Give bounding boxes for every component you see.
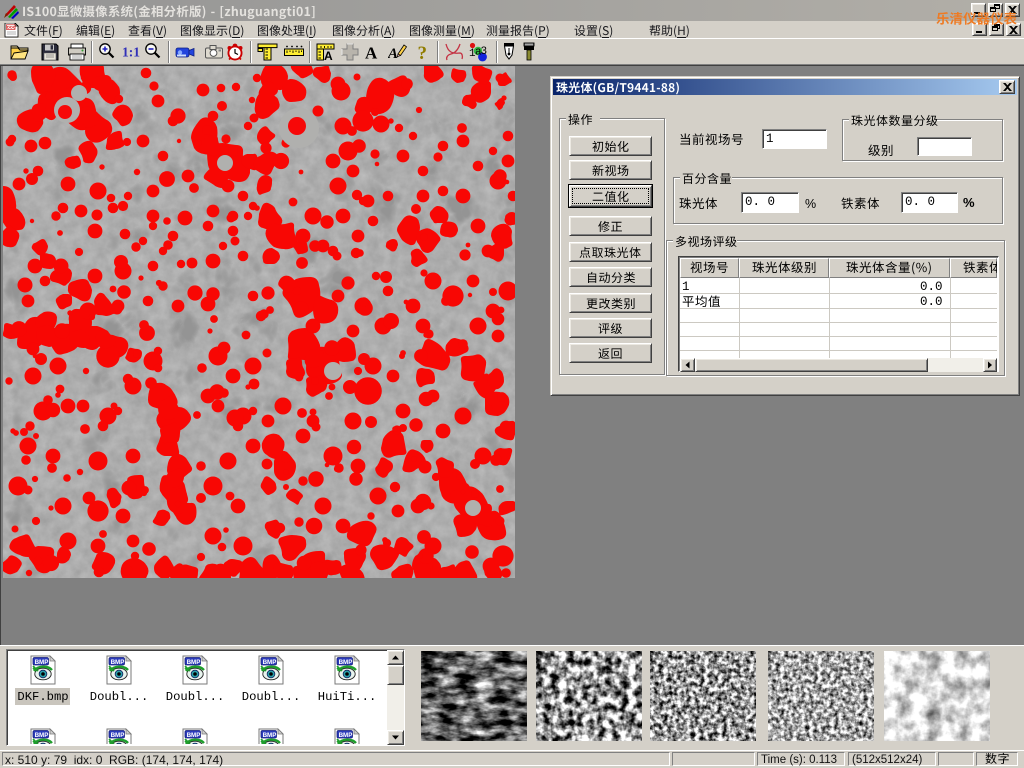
svg-text:BMP: BMP (35, 659, 49, 666)
svg-text:?: ? (418, 43, 428, 62)
svg-text:A: A (324, 49, 333, 62)
svg-text:BMP: BMP (111, 732, 125, 739)
svg-text:BMP: BMP (339, 659, 353, 666)
svg-text:BMP: BMP (187, 659, 201, 666)
svg-text:BMP: BMP (35, 732, 49, 739)
svg-text:BMP: BMP (187, 732, 201, 739)
svg-text:BMP: BMP (339, 732, 353, 739)
svg-text:BMP: BMP (263, 732, 277, 739)
svg-text:1:1: 1:1 (122, 45, 140, 60)
svg-text:A: A (365, 44, 378, 63)
svg-text:DOC: DOC (7, 25, 16, 30)
svg-text:3: 3 (481, 46, 488, 58)
svg-text:BMP: BMP (111, 659, 125, 666)
svg-text:A: A (388, 46, 398, 62)
svg-text:BMP: BMP (263, 659, 277, 666)
